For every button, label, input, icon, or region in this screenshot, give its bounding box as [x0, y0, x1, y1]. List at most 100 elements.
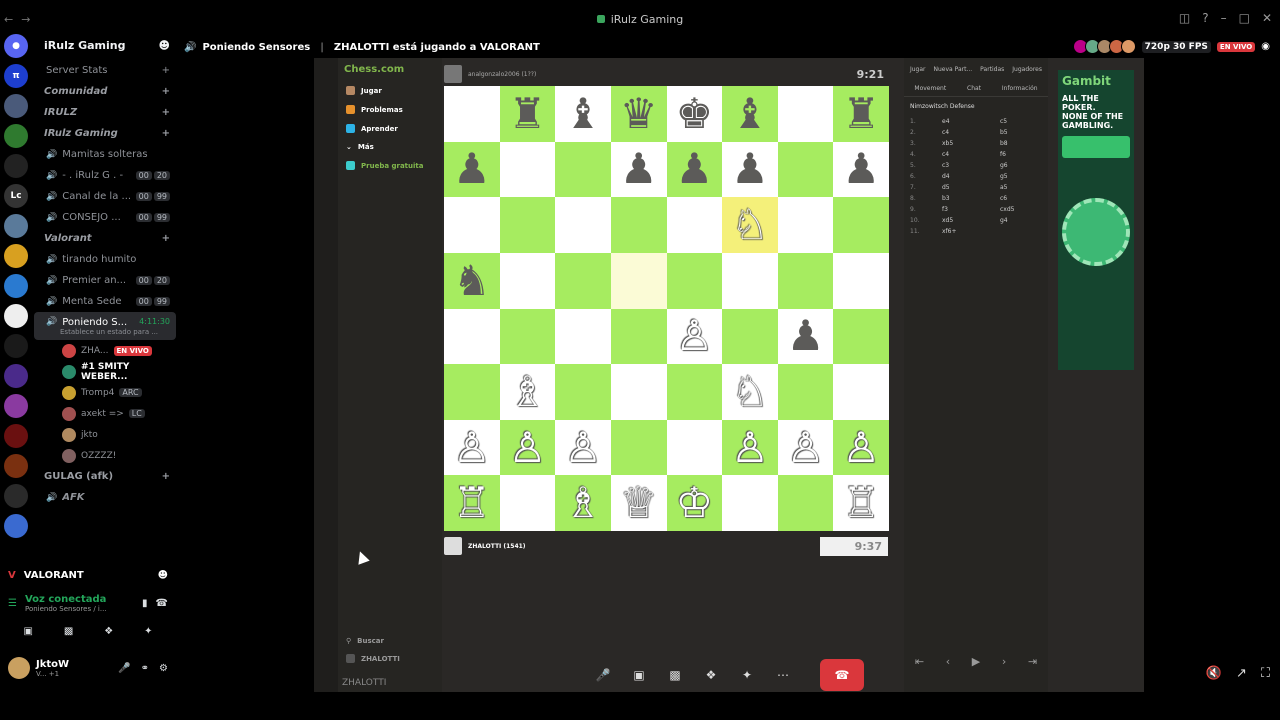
- category-irulz-gaming[interactable]: IRulz Gaming +: [34, 123, 176, 144]
- square[interactable]: [555, 252, 611, 309]
- square[interactable]: [499, 308, 556, 365]
- server-icon-1[interactable]: π: [4, 64, 28, 88]
- voice-channel[interactable]: 🔊 Premier an... 00 20: [34, 270, 176, 291]
- people-icon[interactable]: ☻: [158, 570, 168, 581]
- black-pawn-piece[interactable]: ♟: [453, 148, 491, 190]
- black-pawn-piece[interactable]: ♟: [787, 315, 825, 357]
- square[interactable]: ♛: [610, 86, 667, 142]
- minimize-icon[interactable]: –: [1221, 11, 1227, 25]
- square[interactable]: ♟: [610, 141, 667, 198]
- category-comunidad[interactable]: Comunidad +: [34, 81, 176, 102]
- menu-item-problemas[interactable]: Problemas: [338, 100, 442, 119]
- voice-channel[interactable]: 🔊 Mamitas solteras: [34, 144, 176, 165]
- square[interactable]: ♖: [833, 475, 889, 531]
- square[interactable]: [499, 197, 556, 253]
- server-icon-13[interactable]: [4, 454, 28, 478]
- last-move-icon[interactable]: ⇥: [1028, 655, 1037, 668]
- square[interactable]: ♝: [555, 86, 611, 142]
- voice-channel[interactable]: 🔊 Menta Sede 00 99: [34, 291, 176, 312]
- gambit-ad[interactable]: Gambit ALL THE POKER. NONE OF THE GAMBLI…: [1058, 70, 1134, 370]
- square[interactable]: ♟: [666, 141, 723, 198]
- voice-member[interactable]: OZZZZ!: [34, 445, 176, 466]
- square[interactable]: [833, 308, 889, 365]
- camera-off-icon[interactable]: ▣: [626, 662, 652, 688]
- white-pawn-piece[interactable]: ♙: [731, 426, 769, 469]
- square[interactable]: [666, 197, 723, 253]
- square[interactable]: [666, 252, 723, 309]
- server-icon-8[interactable]: [4, 304, 28, 328]
- square[interactable]: ♟: [444, 141, 500, 198]
- square[interactable]: ♜: [499, 86, 556, 142]
- black-pawn-piece[interactable]: ♟: [842, 148, 880, 190]
- square[interactable]: ♙: [444, 419, 500, 476]
- add-icon[interactable]: +: [162, 86, 170, 97]
- voice-status-row[interactable]: ☰ Voz conectada Poniendo Sensores / i... …: [0, 588, 176, 618]
- square[interactable]: [610, 197, 667, 253]
- ad-button[interactable]: [1062, 136, 1130, 158]
- headset-icon[interactable]: ⚭: [141, 663, 149, 674]
- first-move-icon[interactable]: ⇤: [915, 655, 924, 668]
- category-irulz[interactable]: IRULZ +: [34, 102, 176, 123]
- activities-icon[interactable]: ❖: [104, 626, 113, 637]
- square[interactable]: ♕: [610, 475, 667, 531]
- square[interactable]: ♞: [444, 252, 500, 309]
- viewer-avatars[interactable]: [1072, 39, 1136, 54]
- server-icon-7[interactable]: [4, 274, 28, 298]
- square[interactable]: ♜: [833, 86, 889, 142]
- end-call-button[interactable]: ☎: [820, 659, 864, 691]
- square[interactable]: [722, 475, 778, 531]
- screen-share-icon[interactable]: ▩: [662, 662, 688, 688]
- menu-item-jugar[interactable]: Jugar: [338, 81, 442, 100]
- white-bishop-piece[interactable]: ♗: [509, 370, 547, 413]
- chess-logo[interactable]: Chess.com: [338, 58, 442, 81]
- voice-channel[interactable]: 🔊 Canal de la ... 00 99: [34, 186, 176, 207]
- server-icon-5[interactable]: [4, 214, 28, 238]
- voice-channel[interactable]: 🔊 CONSEJO ... 00 99: [34, 207, 176, 228]
- white-pawn-piece[interactable]: ♙: [787, 426, 825, 469]
- screen-share-icon[interactable]: ▩: [64, 626, 73, 637]
- square[interactable]: [444, 308, 500, 365]
- square[interactable]: ♟: [777, 308, 834, 365]
- server-icon-2[interactable]: [4, 94, 28, 118]
- white-pawn-piece[interactable]: ♙: [675, 315, 713, 357]
- tab-chat[interactable]: Chat: [967, 85, 981, 92]
- menu-item-aprender[interactable]: Aprender: [338, 119, 442, 138]
- move-row[interactable]: 3. xb5 b8: [904, 138, 1048, 149]
- inbox-icon[interactable]: ◫: [1179, 11, 1190, 25]
- square[interactable]: [722, 252, 778, 309]
- square[interactable]: [777, 475, 834, 531]
- move-row[interactable]: 2. c4 b5: [904, 127, 1048, 138]
- settings-icon[interactable]: ⚙: [159, 663, 168, 674]
- square[interactable]: [777, 364, 834, 420]
- white-rook-piece[interactable]: ♖: [842, 482, 880, 524]
- square[interactable]: ♘: [722, 364, 778, 420]
- soundboard-icon[interactable]: ✦: [734, 662, 760, 688]
- black-pawn-piece[interactable]: ♟: [675, 148, 713, 190]
- move-row[interactable]: 10. xd5 g4: [904, 215, 1048, 226]
- move-row[interactable]: 7. d5 a5: [904, 182, 1048, 193]
- popout-icon[interactable]: ↗: [1236, 666, 1247, 681]
- menu-item-mas[interactable]: ⌄ Más: [338, 138, 442, 156]
- square[interactable]: ♙: [555, 419, 611, 476]
- square[interactable]: [499, 475, 556, 531]
- move-row[interactable]: 8. b3 c6: [904, 193, 1048, 204]
- server-icon-9[interactable]: [4, 334, 28, 358]
- noise-icon[interactable]: ▮: [142, 598, 148, 609]
- white-queen-piece[interactable]: ♕: [620, 482, 658, 524]
- tab-movement[interactable]: Movement: [914, 85, 946, 92]
- white-pawn-piece[interactable]: ♙: [509, 426, 547, 469]
- square[interactable]: [666, 364, 723, 420]
- next-move-icon[interactable]: ›: [1002, 655, 1006, 668]
- move-row[interactable]: 9. f3 cxd5: [904, 204, 1048, 215]
- square[interactable]: ♝: [722, 86, 778, 142]
- square[interactable]: ♔: [666, 475, 723, 531]
- server-icon-15[interactable]: [4, 514, 28, 538]
- panel-icon-jugar[interactable]: Jugar: [910, 66, 926, 73]
- square[interactable]: [833, 252, 889, 309]
- square[interactable]: ♗: [555, 475, 611, 531]
- discord-home-icon[interactable]: ●: [4, 34, 28, 58]
- white-bishop-piece[interactable]: ♗: [564, 482, 602, 524]
- square[interactable]: ♖: [444, 475, 500, 531]
- panel-icon-jugadores[interactable]: Jugadores: [1012, 66, 1042, 73]
- voice-member[interactable]: axekt => LC: [34, 403, 176, 424]
